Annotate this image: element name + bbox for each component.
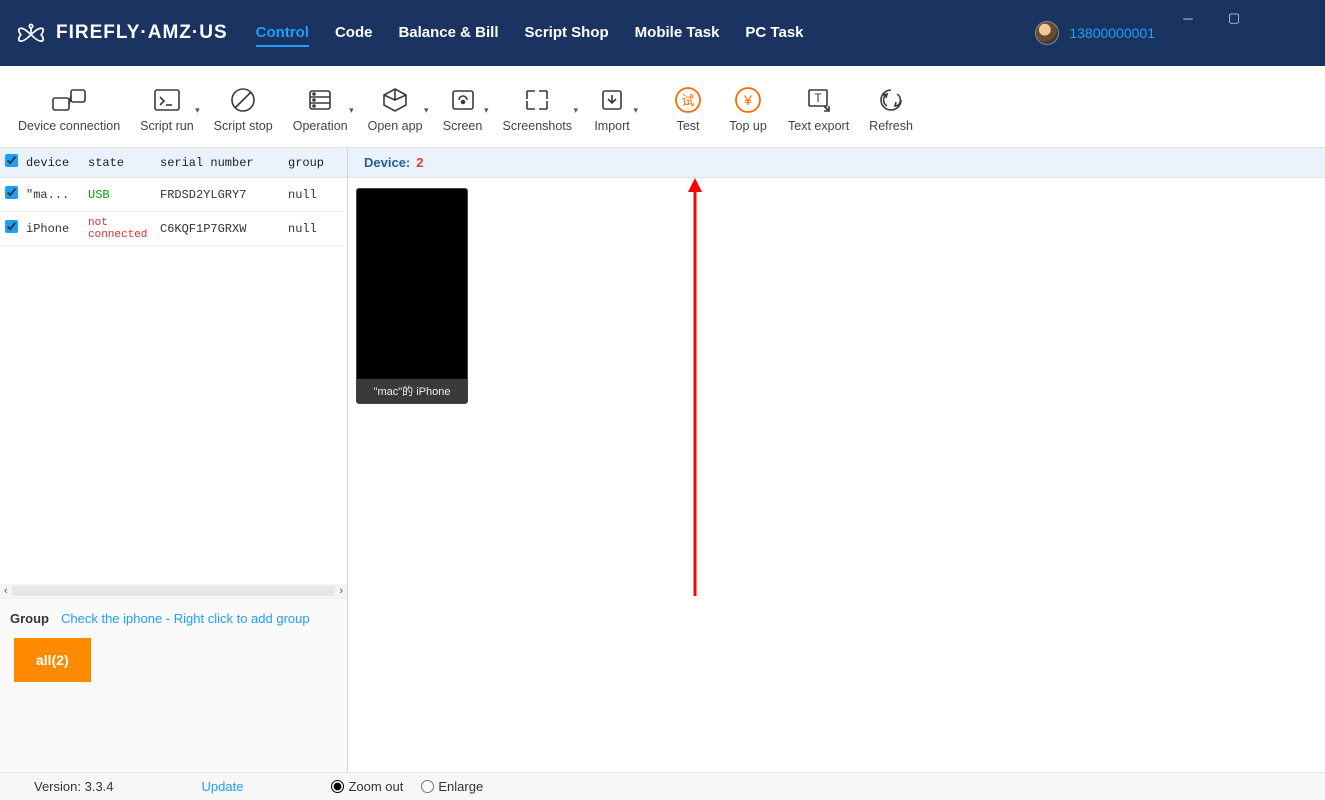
device-thumbnail[interactable]: "mac"的 iPhone bbox=[356, 188, 468, 404]
tool-refresh[interactable]: Refresh bbox=[859, 77, 923, 137]
avatar[interactable] bbox=[1035, 21, 1059, 45]
col-device: device bbox=[22, 156, 84, 170]
nav-balance[interactable]: Balance & Bill bbox=[398, 20, 498, 47]
horizontal-scrollbar[interactable]: ‹ › bbox=[0, 584, 347, 598]
chevron-down-icon: ▾ bbox=[484, 105, 489, 116]
main: device state serial number group "ma... … bbox=[0, 148, 1325, 772]
row-checkbox[interactable] bbox=[5, 186, 18, 199]
tool-operation[interactable]: ▾ Operation bbox=[283, 77, 358, 137]
tool-screen[interactable]: ▾ Screen bbox=[433, 77, 493, 137]
svg-text:试: 试 bbox=[682, 93, 695, 108]
nav-code[interactable]: Code bbox=[335, 20, 373, 47]
nav-mobile-task[interactable]: Mobile Task bbox=[635, 20, 720, 47]
device-table-header: device state serial number group bbox=[0, 148, 347, 178]
minimize-button[interactable]: ─ bbox=[1165, 4, 1211, 32]
row-checkbox[interactable] bbox=[5, 220, 18, 233]
content-header: Device: 2 bbox=[348, 148, 1325, 178]
topbar: FIREFLY·AMZ·US Control Code Balance & Bi… bbox=[0, 0, 1325, 66]
chevron-down-icon: ▾ bbox=[195, 105, 200, 116]
tool-test[interactable]: 试 Test bbox=[658, 77, 718, 137]
chevron-down-icon: ▾ bbox=[424, 105, 429, 116]
footer: Version: 3.3.4 Update Zoom out Enlarge bbox=[0, 772, 1325, 800]
sidebar: device state serial number group "ma... … bbox=[0, 148, 348, 772]
zoom-out-radio[interactable]: Zoom out bbox=[331, 779, 403, 794]
nav-pc-task[interactable]: PC Task bbox=[745, 20, 803, 47]
scroll-left-icon[interactable]: ‹ bbox=[4, 585, 8, 597]
top-right: 13800000001 ─ ▢ ✕ bbox=[1035, 0, 1311, 66]
brand-text: FIREFLY·AMZ·US bbox=[56, 22, 228, 44]
col-state: state bbox=[84, 156, 156, 170]
table-row[interactable]: iPhone not connected C6KQF1P7GRXW null bbox=[0, 212, 347, 246]
maximize-button[interactable]: ▢ bbox=[1211, 4, 1257, 32]
col-serial: serial number bbox=[156, 156, 284, 170]
tool-import[interactable]: ▾ Import bbox=[582, 77, 642, 137]
logo: FIREFLY·AMZ·US bbox=[14, 16, 228, 50]
enlarge-radio[interactable]: Enlarge bbox=[421, 779, 483, 794]
chevron-down-icon: ▾ bbox=[634, 105, 639, 116]
phone-screen bbox=[357, 189, 467, 379]
col-group: group bbox=[284, 156, 334, 170]
nav-script-shop[interactable]: Script Shop bbox=[525, 20, 609, 47]
chevron-down-icon: ▾ bbox=[349, 105, 354, 116]
username[interactable]: 13800000001 bbox=[1069, 25, 1155, 41]
version-value: 3.3.4 bbox=[85, 779, 114, 794]
content: Device: 2 "mac"的 iPhone bbox=[348, 148, 1325, 772]
group-label: Group bbox=[10, 611, 49, 626]
tool-screenshots[interactable]: ▾ Screenshots bbox=[493, 77, 582, 137]
chevron-down-icon: ▾ bbox=[574, 105, 579, 116]
toolbar: Device connection ▾ Script run Script st… bbox=[0, 66, 1325, 148]
table-row[interactable]: "ma... USB FRDSD2YLGRY7 null bbox=[0, 178, 347, 212]
annotation-arrow bbox=[685, 178, 705, 598]
group-panel: Group Check the iphone - Right click to … bbox=[0, 598, 347, 772]
svg-text:T: T bbox=[814, 91, 822, 105]
device-count-label: Device: bbox=[364, 155, 410, 170]
tool-open-app[interactable]: ▾ Open app bbox=[358, 77, 433, 137]
group-chip-all[interactable]: all(2) bbox=[14, 638, 91, 682]
svg-text:¥: ¥ bbox=[743, 92, 752, 108]
version-label: Version: bbox=[34, 779, 81, 794]
scroll-right-icon[interactable]: › bbox=[339, 585, 343, 597]
nav-control[interactable]: Control bbox=[256, 20, 309, 47]
tool-text-export[interactable]: T Text export bbox=[778, 77, 859, 137]
update-link[interactable]: Update bbox=[202, 779, 244, 794]
tool-script-run[interactable]: ▾ Script run bbox=[130, 77, 204, 137]
phone-label: "mac"的 iPhone bbox=[357, 379, 467, 403]
tool-device-connection[interactable]: Device connection bbox=[8, 77, 130, 137]
tool-top-up[interactable]: ¥ Top up bbox=[718, 77, 778, 137]
device-count: 2 bbox=[416, 155, 423, 170]
tool-script-stop[interactable]: Script stop bbox=[204, 77, 283, 137]
nav: Control Code Balance & Bill Script Shop … bbox=[256, 20, 804, 47]
firefly-icon bbox=[14, 16, 48, 50]
select-all-checkbox[interactable] bbox=[5, 154, 18, 167]
group-hint: Check the iphone - Right click to add gr… bbox=[61, 611, 310, 626]
device-area: "mac"的 iPhone bbox=[348, 178, 1325, 772]
